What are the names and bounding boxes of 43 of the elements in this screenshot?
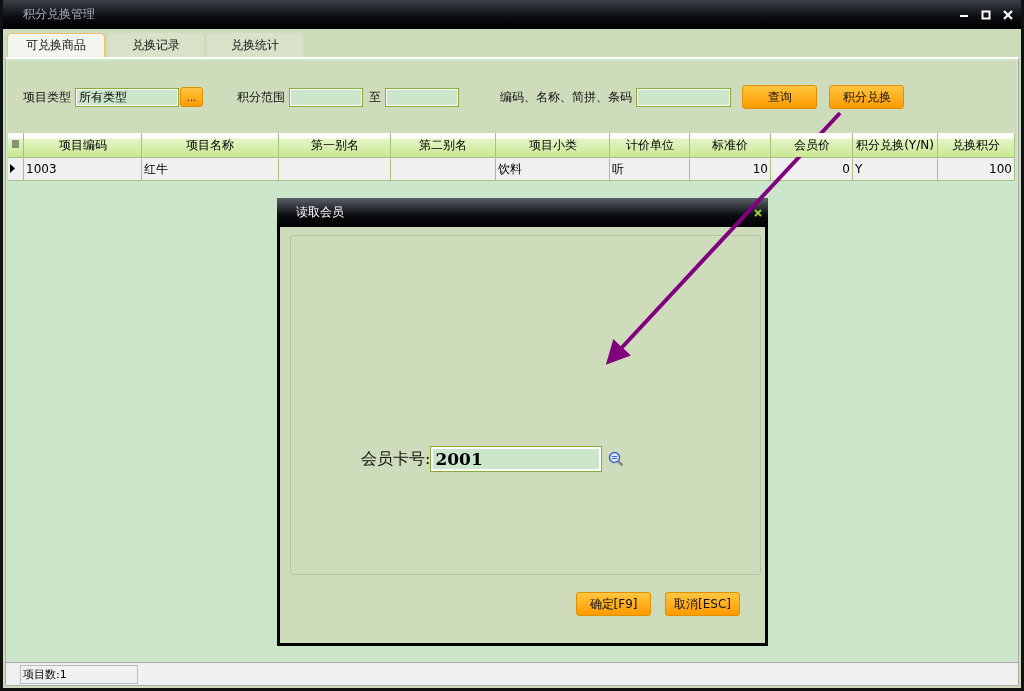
column-header[interactable]: 兑换积分: [937, 133, 1015, 158]
maximize-icon[interactable]: [981, 9, 991, 20]
column-header[interactable]: 第二别名: [390, 133, 496, 158]
browse-button[interactable]: ...: [180, 87, 203, 107]
tab[interactable]: 兑换统计: [207, 33, 303, 57]
status-text: 项目数:1: [20, 664, 138, 684]
table-cell: 100: [937, 157, 1015, 181]
table-cell: 听: [609, 157, 690, 181]
table-cell: 饮料: [495, 157, 610, 181]
table-cell: 0: [770, 157, 853, 181]
list-icon: [12, 140, 19, 149]
close-icon[interactable]: [754, 208, 762, 217]
redeem-button[interactable]: 积分兑换: [829, 85, 904, 109]
field-label: 至: [369, 88, 381, 106]
table-cell: 1003: [23, 157, 142, 181]
tab[interactable]: 可兑换商品: [7, 33, 105, 57]
table-cell: 红牛: [141, 157, 279, 181]
column-header[interactable]: 项目小类: [495, 133, 610, 158]
field-label: 积分范围: [237, 88, 285, 106]
range-to-field[interactable]: [385, 87, 459, 107]
column-header[interactable]: 标准价: [689, 133, 771, 158]
tab[interactable]: 兑换记录: [108, 33, 204, 57]
search-field[interactable]: [636, 87, 731, 107]
column-header[interactable]: 项目编码: [23, 133, 142, 158]
field-label: 会员卡号:: [361, 448, 431, 470]
query-button[interactable]: 查询: [742, 85, 817, 109]
column-header[interactable]: 计价单位: [609, 133, 690, 158]
range-from-field[interactable]: [289, 87, 363, 107]
card-number-field[interactable]: 2001: [430, 446, 603, 472]
field-label: 编码、名称、简拼、条码: [500, 88, 632, 106]
dialog-button[interactable]: 确定[F9]: [576, 592, 651, 616]
column-header[interactable]: 第一别名: [278, 133, 391, 158]
type-field[interactable]: 所有类型: [75, 87, 179, 107]
window-title: 积分兑换管理: [23, 6, 95, 23]
column-header[interactable]: 会员价: [770, 133, 853, 158]
dialog-title: 读取会员: [296, 204, 344, 221]
search-icon[interactable]: [608, 451, 625, 467]
column-header[interactable]: 积分兑换(Y/N): [852, 133, 938, 158]
table-cell: Y: [852, 157, 938, 181]
column-header[interactable]: 项目名称: [141, 133, 279, 158]
field-label: 项目类型: [23, 88, 71, 106]
table-cell: 10: [689, 157, 771, 181]
dialog-button[interactable]: 取消[ESC]: [665, 592, 740, 616]
